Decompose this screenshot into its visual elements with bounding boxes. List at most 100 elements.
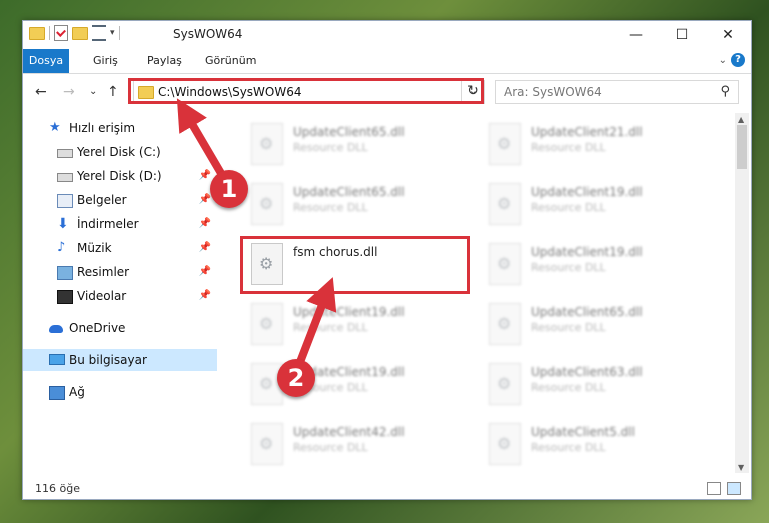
- sidebar-item-documents[interactable]: Belgeler 📌: [23, 189, 217, 211]
- file-type: Resource DLL: [531, 441, 606, 454]
- file-type: Resource DLL: [293, 141, 368, 154]
- dll-file-icon: [251, 303, 283, 345]
- file-highlight: [240, 236, 470, 294]
- sidebar-item-label: Hızlı erişim: [69, 121, 136, 135]
- sidebar-item-label: Müzik: [77, 241, 112, 255]
- dll-file-icon: [489, 423, 521, 465]
- search-icon[interactable]: ⚲: [720, 84, 730, 99]
- folder-icon: [29, 26, 45, 40]
- forward-arrow-icon[interactable]: →: [63, 84, 75, 100]
- sidebar-item-videos[interactable]: Videolar 📌: [23, 285, 217, 307]
- maximize-button[interactable]: ☐: [659, 21, 705, 49]
- dll-file-icon: [251, 183, 283, 225]
- recent-locations-chevron-icon[interactable]: ⌄: [89, 86, 97, 97]
- navigation-pane: ★ Hızlı erişim Yerel Disk (C:) Yerel Dis…: [23, 113, 217, 473]
- file-name: UpdateClient65.dll: [293, 125, 405, 139]
- window-title: SysWOW64: [173, 27, 243, 41]
- file-type: Resource DLL: [293, 201, 368, 214]
- sidebar-item-label: Videolar: [77, 289, 127, 303]
- file-name: UpdateClient21.dll: [531, 125, 643, 139]
- list-item[interactable]: UpdateClient65.dll Resource DLL: [483, 299, 713, 355]
- toolbar-separator: [49, 26, 50, 40]
- toolbar-separator: [118, 26, 120, 40]
- step-2-badge: 2: [277, 359, 315, 397]
- star-icon: ★: [49, 120, 61, 135]
- file-name: UpdateClient5.dll: [531, 425, 635, 439]
- up-arrow-icon[interactable]: ↑: [107, 84, 119, 100]
- list-item[interactable]: UpdateClient65.dll Resource DLL: [245, 179, 475, 235]
- pin-icon[interactable]: 📌: [199, 237, 211, 259]
- pin-icon[interactable]: 📌: [199, 165, 211, 187]
- sidebar-item-label: İndirmeler: [77, 217, 139, 231]
- sidebar-item-label: Ağ: [69, 385, 85, 399]
- new-folder-icon[interactable]: [72, 26, 88, 40]
- list-item[interactable]: UpdateClient63.dll Resource DLL: [483, 359, 713, 415]
- file-type: Resource DLL: [531, 141, 606, 154]
- disk-icon: [57, 173, 73, 182]
- list-item[interactable]: UpdateClient65.dll Resource DLL: [245, 119, 475, 175]
- sidebar-item-network[interactable]: Ağ: [23, 381, 217, 403]
- view-icon[interactable]: [92, 25, 106, 41]
- sidebar-item-quick-access[interactable]: ★ Hızlı erişim: [23, 117, 217, 139]
- search-placeholder[interactable]: Ara: SysWOW64: [504, 85, 602, 99]
- dll-file-icon: [489, 243, 521, 285]
- vertical-scrollbar[interactable]: ▲ ▼: [735, 113, 749, 473]
- pin-icon[interactable]: 📌: [199, 261, 211, 283]
- file-name: UpdateClient42.dll: [293, 425, 405, 439]
- pin-icon[interactable]: 📌: [199, 213, 211, 235]
- tab-view[interactable]: Görünüm: [193, 49, 268, 73]
- list-item[interactable]: UpdateClient19.dll Resource DLL: [245, 299, 475, 355]
- properties-icon[interactable]: [54, 25, 68, 41]
- close-button[interactable]: ✕: [705, 21, 751, 49]
- sidebar-item-music[interactable]: ♪ Müzik 📌: [23, 237, 217, 259]
- sidebar-item-onedrive[interactable]: OneDrive: [23, 317, 217, 339]
- cloud-icon: [49, 325, 63, 333]
- file-type: Resource DLL: [531, 261, 606, 274]
- search-box[interactable]: Ara: SysWOW64 ⚲: [495, 80, 739, 104]
- list-item[interactable]: UpdateClient19.dll Resource DLL: [483, 239, 713, 295]
- tab-file[interactable]: Dosya: [23, 49, 69, 73]
- large-icons-view-icon[interactable]: [727, 482, 741, 495]
- back-arrow-icon[interactable]: ←: [35, 84, 47, 100]
- file-type: Resource DLL: [531, 321, 606, 334]
- scrollbar-thumb[interactable]: [737, 125, 747, 169]
- file-name: UpdateClient65.dll: [531, 305, 643, 319]
- sidebar-item-label: OneDrive: [69, 321, 126, 335]
- sidebar-item-downloads[interactable]: ⬇ İndirmeler 📌: [23, 213, 217, 235]
- file-name: UpdateClient19.dll: [293, 305, 405, 319]
- dll-file-icon: [489, 123, 521, 165]
- file-type: Resource DLL: [531, 201, 606, 214]
- tab-share[interactable]: Paylaş: [135, 49, 194, 73]
- minimize-button[interactable]: —: [613, 21, 659, 49]
- sidebar-item-local-disk-d[interactable]: Yerel Disk (D:) 📌: [23, 165, 217, 187]
- pin-icon[interactable]: 📌: [199, 285, 211, 307]
- list-item[interactable]: UpdateClient21.dll Resource DLL: [483, 119, 713, 175]
- file-name: UpdateClient19.dll: [531, 245, 643, 259]
- documents-icon: [57, 194, 73, 208]
- customize-toolbar-chevron-icon[interactable]: ▾: [110, 28, 115, 38]
- expand-ribbon-chevron-icon[interactable]: ⌄: [719, 55, 727, 66]
- sidebar-item-local-disk-c[interactable]: Yerel Disk (C:): [23, 141, 217, 163]
- sidebar-item-this-pc[interactable]: Bu bilgisayar: [23, 349, 217, 371]
- help-icon[interactable]: ?: [731, 53, 745, 67]
- pin-icon[interactable]: 📌: [199, 189, 211, 211]
- file-name: UpdateClient63.dll: [531, 365, 643, 379]
- quick-access-toolbar: ▾: [29, 25, 120, 41]
- sidebar-item-label: Belgeler: [77, 193, 127, 207]
- window-controls: — ☐ ✕: [613, 21, 751, 49]
- sidebar-item-pictures[interactable]: Resimler 📌: [23, 261, 217, 283]
- file-type: Resource DLL: [531, 381, 606, 394]
- sidebar-item-label: Yerel Disk (D:): [77, 169, 162, 183]
- status-bar: 116 öğe: [23, 477, 751, 499]
- dll-file-icon: [251, 123, 283, 165]
- file-type: Resource DLL: [293, 321, 368, 334]
- details-view-icon[interactable]: [707, 482, 721, 495]
- network-icon: [49, 386, 65, 400]
- scroll-up-arrow-icon[interactable]: ▲: [738, 115, 744, 124]
- list-item[interactable]: UpdateClient42.dll Resource DLL: [245, 419, 475, 473]
- tab-home[interactable]: Giriş: [81, 49, 130, 73]
- scroll-down-arrow-icon[interactable]: ▼: [738, 463, 744, 472]
- list-item[interactable]: UpdateClient5.dll Resource DLL: [483, 419, 713, 473]
- list-item[interactable]: UpdateClient19.dll Resource DLL: [483, 179, 713, 235]
- ribbon-tabs: Dosya Giriş Paylaş Görünüm ⌄ ?: [23, 49, 751, 74]
